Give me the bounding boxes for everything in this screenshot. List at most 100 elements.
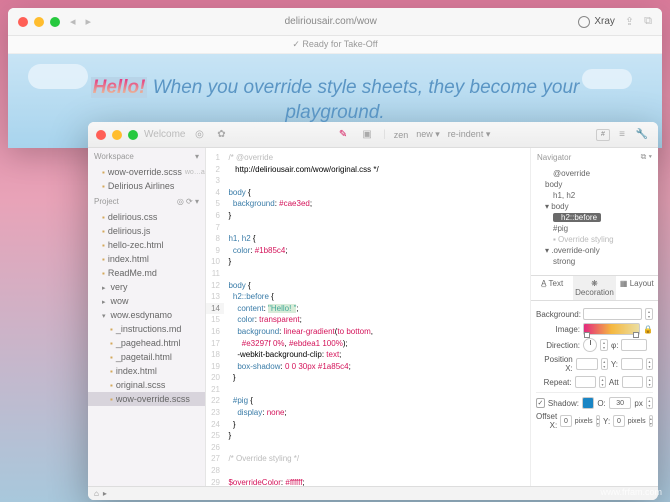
xray-toggle[interactable]: Xray bbox=[578, 16, 615, 28]
headline-rest: When you override style sheets, they bec… bbox=[147, 77, 579, 123]
posy-field[interactable] bbox=[621, 358, 643, 370]
share-icon[interactable]: ⇪ bbox=[625, 15, 634, 28]
pencil-icon[interactable]: ✎ bbox=[335, 127, 351, 143]
stepper[interactable]: ▴▾ bbox=[601, 358, 608, 370]
new-button[interactable]: new ▾ bbox=[416, 129, 440, 140]
back-icon[interactable]: ◂ bbox=[70, 15, 76, 28]
sidebar-item[interactable]: ▪_pagehead.html bbox=[88, 336, 205, 350]
minimize-icon[interactable] bbox=[112, 130, 122, 140]
navigator-item[interactable]: h1, h2 bbox=[537, 190, 652, 201]
code-editor[interactable]: 1 /* @override2 http://deliriousair.com/… bbox=[206, 148, 530, 486]
welcome-tab[interactable]: Welcome bbox=[144, 129, 186, 140]
gradient-editor[interactable] bbox=[583, 323, 640, 335]
stepper[interactable]: ▴▾ bbox=[646, 397, 653, 409]
menu-icon[interactable]: ≡ bbox=[614, 127, 630, 143]
navigator-item[interactable]: @override bbox=[537, 168, 652, 179]
sidebar-item[interactable]: ▪delirious.js bbox=[88, 224, 205, 238]
target-icon[interactable]: ◎ bbox=[177, 197, 184, 206]
bg-field[interactable] bbox=[583, 308, 642, 320]
close-icon[interactable] bbox=[96, 130, 106, 140]
traffic-lights[interactable] bbox=[96, 130, 138, 140]
zen-button[interactable]: zen bbox=[394, 130, 409, 140]
stepper[interactable]: ▴▾ bbox=[600, 339, 608, 351]
sidebar-item[interactable]: ▪ReadMe.md bbox=[88, 266, 205, 280]
url-text: deliriousair.com/wow bbox=[285, 16, 377, 27]
gear-icon[interactable]: ✿ bbox=[214, 127, 230, 143]
refresh-icon[interactable]: ⟳ bbox=[186, 197, 193, 206]
sidebar-item[interactable]: ▪original.scss bbox=[88, 378, 205, 392]
stepper[interactable]: ▴▾ bbox=[646, 358, 653, 370]
sidebar-item[interactable]: ▪Delirious Airlines bbox=[88, 179, 205, 193]
sidebar: Workspace▾ ▪wow-override.scsswo…amo▪Deli… bbox=[88, 148, 206, 486]
navigator-item[interactable]: ▾ body bbox=[537, 201, 652, 212]
navigator-item[interactable]: body bbox=[537, 179, 652, 190]
sidebar-item[interactable]: wow.esdynamo bbox=[88, 308, 205, 322]
reindent-button[interactable]: re-indent ▾ bbox=[448, 129, 491, 140]
lock-icon[interactable]: 🔒 bbox=[643, 325, 653, 334]
url-bar[interactable]: deliriousair.com/wow bbox=[97, 16, 564, 27]
minimize-icon[interactable] bbox=[34, 17, 44, 27]
close-icon[interactable] bbox=[18, 17, 28, 27]
unit-label: pixels bbox=[628, 418, 646, 425]
navigator-item[interactable]: strong bbox=[537, 256, 652, 267]
repeat-field[interactable] bbox=[575, 376, 596, 388]
phi-field[interactable] bbox=[621, 339, 647, 351]
navigator-item[interactable]: ▪ Override styling bbox=[537, 234, 652, 245]
forward-icon[interactable]: ▸ bbox=[86, 15, 92, 28]
zoom-icon[interactable] bbox=[50, 17, 60, 27]
shadow-checkbox[interactable]: ✓ bbox=[536, 398, 545, 408]
copy-icon[interactable]: ⧉ bbox=[641, 152, 647, 161]
chevron-down-icon[interactable]: ▾ bbox=[649, 152, 652, 161]
chevron-down-icon[interactable]: ▾ bbox=[195, 197, 199, 206]
bg-label: Background: bbox=[536, 310, 580, 319]
folder-icon[interactable]: ▣ bbox=[359, 127, 375, 143]
stepper[interactable]: ▴▾ bbox=[649, 415, 653, 427]
unit-label: pixels bbox=[575, 418, 593, 425]
tab-layout[interactable]: ▦ Layout bbox=[616, 276, 658, 300]
navigator-item[interactable]: ▾ .override-only bbox=[537, 245, 652, 256]
stepper[interactable]: ▴▾ bbox=[599, 376, 606, 388]
offsetx-field[interactable]: 0 bbox=[560, 415, 572, 427]
navigator-item[interactable]: #pig bbox=[537, 223, 652, 234]
sidebar-item[interactable]: ▪delirious.css bbox=[88, 210, 205, 224]
direction-dial[interactable] bbox=[583, 338, 597, 352]
posx-field[interactable] bbox=[576, 358, 598, 370]
shadow-color[interactable] bbox=[582, 397, 594, 409]
tab-decoration[interactable]: ❋ Decoration bbox=[573, 276, 615, 300]
sidebar-item[interactable]: very bbox=[88, 280, 205, 294]
navigator-item[interactable]: h2::before bbox=[537, 212, 652, 223]
chevron-down-icon[interactable]: ▾ bbox=[195, 152, 199, 161]
sidebar-item[interactable]: ▪wow-override.scsswo…amo bbox=[88, 165, 205, 179]
wrench-icon[interactable]: 🔧 bbox=[634, 127, 650, 143]
offsety-field[interactable]: 0 bbox=[613, 415, 625, 427]
sidebar-item[interactable]: ▪_pagetail.html bbox=[88, 350, 205, 364]
sidebar-item[interactable]: ▪index.html bbox=[88, 364, 205, 378]
eye-icon bbox=[578, 16, 590, 28]
editor-titlebar: Welcome ◎ ✿ ✎ ▣ | zen new ▾ re-indent ▾ … bbox=[88, 122, 658, 148]
path-icon[interactable]: ⌂ bbox=[94, 489, 99, 498]
sidebar-item[interactable]: ▪hello-zec.html bbox=[88, 238, 205, 252]
stepper[interactable]: ▴▾ bbox=[646, 376, 653, 388]
tab-text[interactable]: A̲ Text bbox=[531, 276, 573, 300]
phi-label: φ: bbox=[611, 341, 618, 350]
zoom-icon[interactable] bbox=[128, 130, 138, 140]
shadow-o-field[interactable]: 30 bbox=[609, 397, 632, 409]
browser-status: ✓ Ready for Take-Off bbox=[8, 36, 662, 54]
offsety-label: Y: bbox=[603, 417, 610, 426]
sidebar-item[interactable]: ▪wow-override.scss bbox=[88, 392, 205, 406]
navigator-tree[interactable]: @overridebodyh1, h2▾ bodyh2::before#pig▪… bbox=[531, 166, 658, 269]
inspector-body: Background: ▴▾ Image: 🔒 Direction: ▴▾ bbox=[531, 301, 658, 437]
hash-button[interactable]: # bbox=[596, 129, 610, 141]
offsetx-label: Offset X: bbox=[536, 412, 557, 430]
compass-icon[interactable]: ◎ bbox=[192, 127, 208, 143]
gradient-stop[interactable] bbox=[633, 332, 639, 338]
sidebar-item[interactable]: ▪_instructions.md bbox=[88, 322, 205, 336]
sidebar-item[interactable]: ▪index.html bbox=[88, 252, 205, 266]
stepper[interactable]: ▴▾ bbox=[596, 415, 600, 427]
stepper[interactable]: ▴▾ bbox=[645, 308, 653, 320]
att-field[interactable] bbox=[622, 376, 643, 388]
tabs-icon[interactable]: ⧉ bbox=[644, 15, 652, 28]
traffic-lights[interactable] bbox=[18, 17, 60, 27]
sidebar-item[interactable]: wow bbox=[88, 294, 205, 308]
workspace-header: Workspace▾ bbox=[88, 148, 205, 165]
